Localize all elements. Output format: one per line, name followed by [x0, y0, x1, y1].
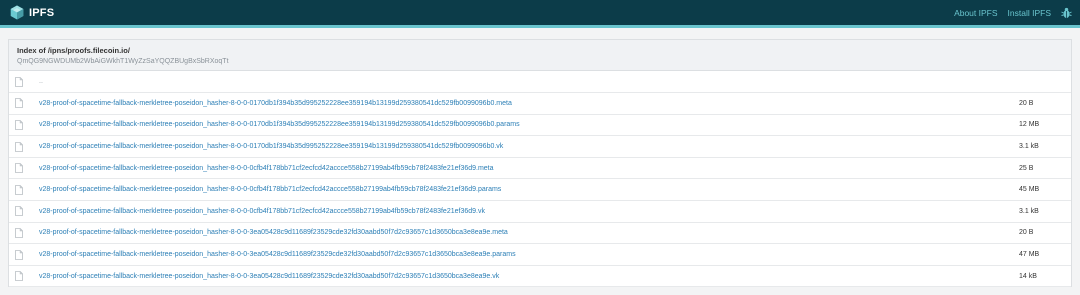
file-link[interactable]: v28-proof-of-spacetime-fallback-merkletr…	[39, 186, 501, 193]
bug-icon	[1061, 7, 1072, 18]
file-row: v28-proof-of-spacetime-fallback-merkletr…	[9, 92, 1071, 115]
file-size: 12 MB	[1018, 114, 1071, 137]
file-link[interactable]: v28-proof-of-spacetime-fallback-merkletr…	[39, 229, 508, 236]
file-icon	[15, 271, 23, 282]
file-link[interactable]: v28-proof-of-spacetime-fallback-merkletr…	[39, 165, 494, 172]
file-table: .. v28-proof-of-spacetime-fallback-merkl…	[9, 71, 1071, 288]
file-size: 45 MB	[1018, 178, 1071, 202]
name-cell: v28-proof-of-spacetime-fallback-merkletr…	[38, 92, 1018, 115]
file-size: 20 B	[1018, 92, 1071, 115]
file-link[interactable]: v28-proof-of-spacetime-fallback-merkletr…	[39, 143, 503, 150]
file-row: v28-proof-of-spacetime-fallback-merkletr…	[9, 222, 1071, 245]
file-link[interactable]: v28-proof-of-spacetime-fallback-merkletr…	[39, 208, 485, 215]
ipfs-cube-icon	[10, 5, 24, 20]
file-icon	[15, 228, 23, 238]
icon-cell	[9, 265, 38, 288]
index-hash: QmQG9NGWDUMb2WbAiGWkhT1WyZzSaYQQZBUgBxSb…	[17, 58, 229, 65]
top-navbar: IPFS About IPFS Install IPFS	[0, 0, 1080, 28]
name-cell: v28-proof-of-spacetime-fallback-merkletr…	[38, 265, 1018, 288]
directory-listing: Index of /ipns/proofs.filecoin.io/ QmQG9…	[8, 39, 1072, 288]
file-size: 20 B	[1018, 222, 1071, 245]
file-row: v28-proof-of-spacetime-fallback-merkletr…	[9, 135, 1071, 158]
file-icon	[15, 98, 23, 109]
about-ipfs-link[interactable]: About IPFS	[954, 8, 997, 18]
name-cell: v28-proof-of-spacetime-fallback-merkletr…	[38, 243, 1018, 266]
name-cell: v28-proof-of-spacetime-fallback-merkletr…	[38, 200, 1018, 223]
icon-cell	[9, 200, 38, 223]
name-cell: v28-proof-of-spacetime-fallback-merkletr…	[38, 114, 1018, 137]
icon-cell	[9, 222, 38, 245]
file-size: 3.1 kB	[1018, 200, 1071, 223]
icon-cell	[9, 92, 38, 115]
ipfs-logo[interactable]: IPFS	[10, 5, 54, 20]
file-row: v28-proof-of-spacetime-fallback-merkletr…	[9, 200, 1071, 223]
file-link[interactable]: v28-proof-of-spacetime-fallback-merkletr…	[39, 273, 499, 280]
file-row: v28-proof-of-spacetime-fallback-merkletr…	[9, 178, 1071, 202]
index-title: Index of /ipns/proofs.filecoin.io/	[17, 46, 130, 55]
install-ipfs-link[interactable]: Install IPFS	[1008, 8, 1051, 18]
file-icon	[15, 141, 23, 152]
top-nav: About IPFS Install IPFS	[954, 7, 1072, 19]
file-link[interactable]: v28-proof-of-spacetime-fallback-merkletr…	[39, 100, 512, 107]
file-icon	[15, 249, 23, 260]
file-row: v28-proof-of-spacetime-fallback-merkletr…	[9, 265, 1071, 288]
brand-label: IPFS	[29, 6, 55, 19]
icon-cell	[9, 135, 38, 158]
icon-cell	[9, 243, 38, 266]
file-icon	[15, 76, 23, 87]
icon-cell	[9, 157, 38, 180]
file-size: 14 kB	[1018, 265, 1071, 288]
file-row: v28-proof-of-spacetime-fallback-merkletr…	[9, 114, 1071, 137]
parent-directory-link[interactable]: ..	[38, 71, 1018, 94]
name-cell: v28-proof-of-spacetime-fallback-merkletr…	[38, 178, 1018, 202]
icon-cell	[9, 178, 38, 202]
icon-cell	[9, 114, 38, 137]
file-row: v28-proof-of-spacetime-fallback-merkletr…	[9, 157, 1071, 180]
file-link[interactable]: v28-proof-of-spacetime-fallback-merkletr…	[39, 121, 520, 128]
file-link[interactable]: v28-proof-of-spacetime-fallback-merkletr…	[39, 251, 516, 258]
name-cell: v28-proof-of-spacetime-fallback-merkletr…	[38, 222, 1018, 245]
file-size: 47 MB	[1018, 243, 1071, 266]
bug-report-link[interactable]	[1061, 7, 1072, 19]
file-icon	[15, 184, 23, 195]
index-header: Index of /ipns/proofs.filecoin.io/ QmQG9…	[9, 40, 1071, 71]
file-row: v28-proof-of-spacetime-fallback-merkletr…	[9, 243, 1071, 266]
file-icon	[15, 120, 23, 130]
name-cell: v28-proof-of-spacetime-fallback-merkletr…	[38, 135, 1018, 158]
name-cell: v28-proof-of-spacetime-fallback-merkletr…	[38, 157, 1018, 180]
icon-cell	[9, 71, 38, 94]
parent-row: ..	[9, 71, 1071, 94]
file-size: 3.1 kB	[1018, 135, 1071, 158]
file-size: 25 B	[1018, 157, 1071, 180]
file-icon	[15, 206, 23, 217]
file-icon	[15, 163, 23, 174]
